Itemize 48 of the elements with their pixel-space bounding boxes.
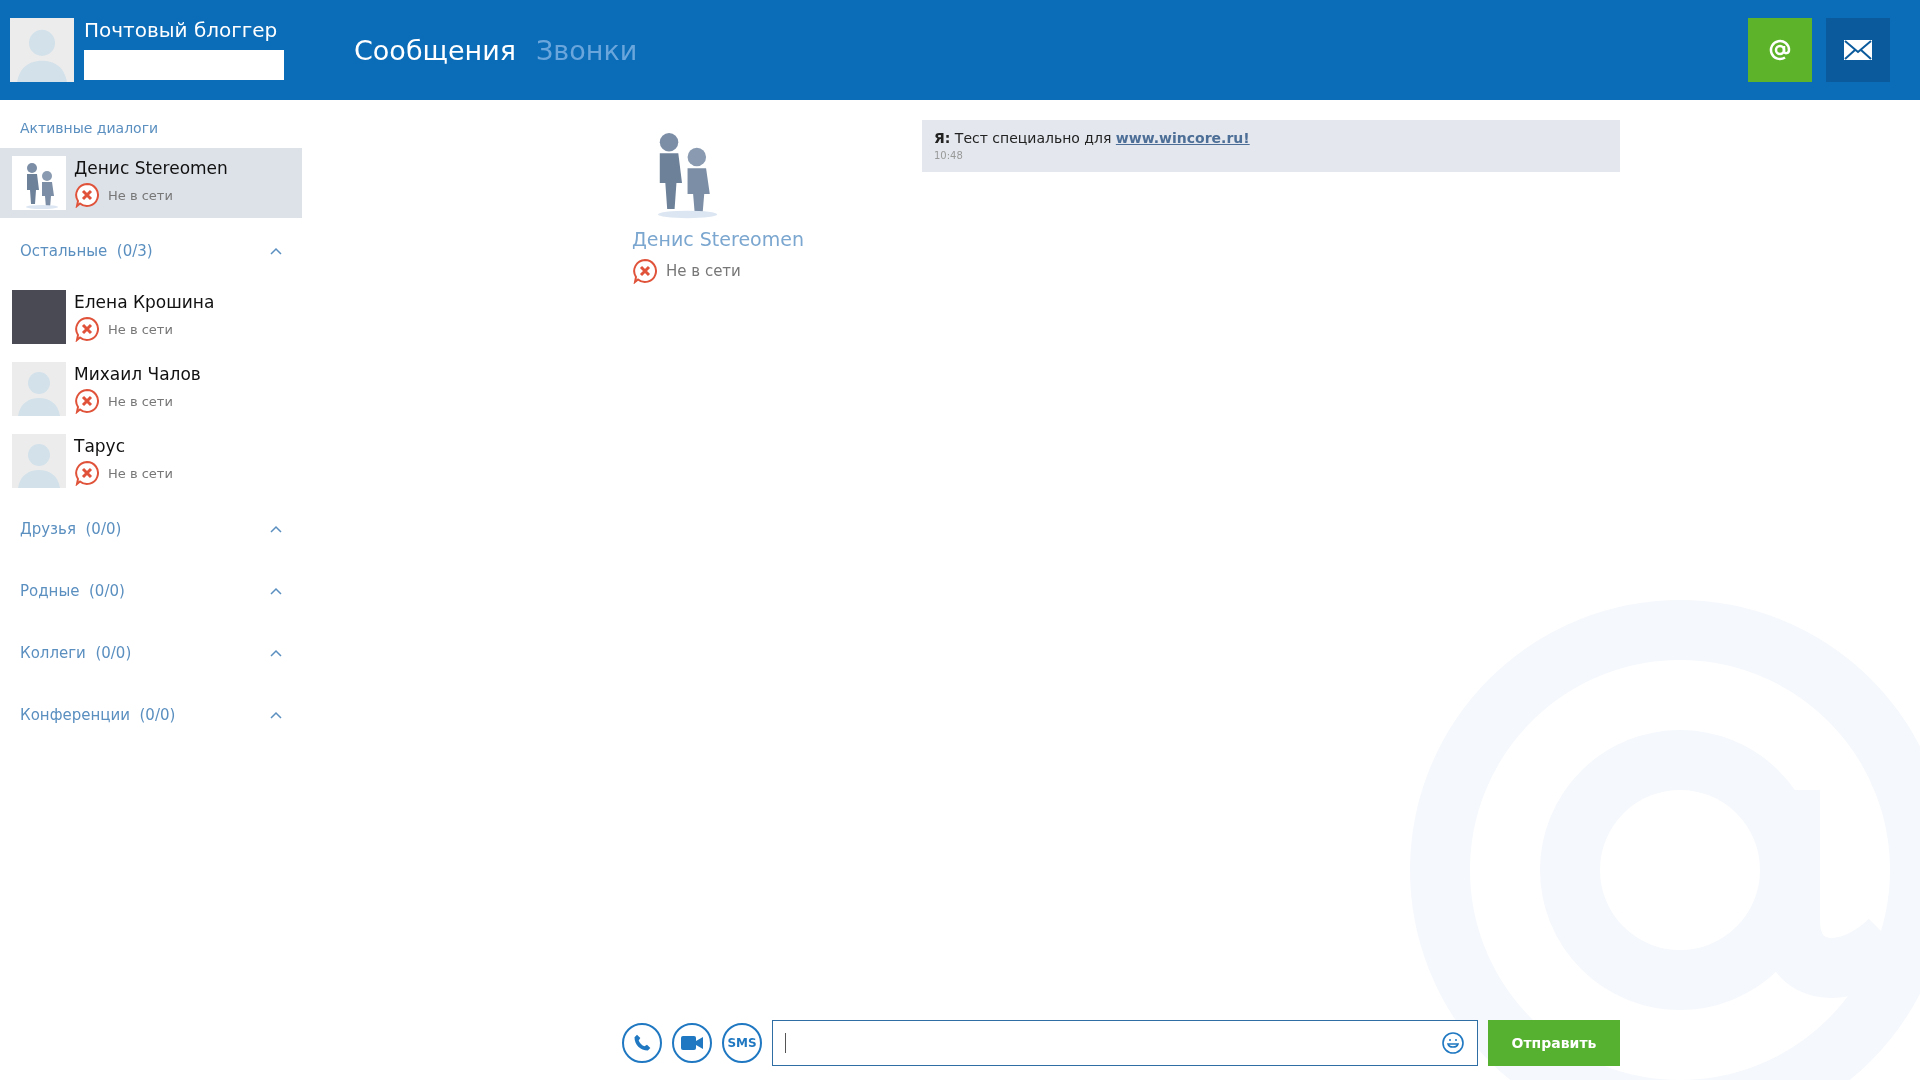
contact-name: Михаил Чалов	[74, 364, 201, 384]
message-text: Я: Тест специально для www.wincore.ru!	[934, 130, 1251, 146]
avatar-silhouette-icon	[10, 18, 74, 82]
avatar-silhouette-icon	[12, 434, 66, 488]
group-title: Остальные (0/3)	[20, 242, 153, 260]
nav-tab[interactable]: Сообщения	[354, 34, 517, 66]
contact-item[interactable]: Елена Крошина Не в сети	[0, 282, 302, 352]
group-header[interactable]: Конференции (0/0)	[0, 684, 302, 746]
contact-name: Елена Крошина	[74, 292, 215, 312]
at-sign-icon	[1768, 38, 1792, 62]
section-title: Активные диалоги	[19, 119, 160, 138]
group-header[interactable]: Коллеги (0/0)	[0, 622, 302, 684]
group-title: Родные (0/0)	[20, 582, 125, 600]
photo-placeholder	[12, 290, 66, 344]
contact-status: Не в сети	[108, 187, 173, 203]
contact-status: Не в сети	[108, 321, 173, 337]
avatar-silhouette-icon	[12, 362, 66, 416]
contact-item[interactable]: Тарус Не в сети	[0, 426, 302, 496]
send-button[interactable]: Отправить	[1488, 1020, 1620, 1066]
video-call-button[interactable]	[672, 1023, 712, 1063]
contact-item[interactable]: Михаил Чалов Не в сети	[0, 354, 302, 424]
smiley-icon	[1441, 1031, 1465, 1055]
mail-button[interactable]	[1826, 18, 1890, 82]
contact-status: Не в сети	[666, 262, 741, 280]
group-header[interactable]: Родные (0/0)	[0, 560, 302, 622]
group-title: Друзья (0/0)	[20, 520, 122, 538]
status-input-field[interactable]	[84, 50, 284, 80]
call-button[interactable]	[622, 1023, 662, 1063]
group-header[interactable]: Остальные (0/3)	[0, 220, 302, 282]
envelope-icon	[1844, 40, 1872, 60]
message-input-field[interactable]	[772, 1020, 1478, 1066]
contact-name: Денис Stereomen	[74, 158, 228, 178]
user-name: Почтовый блоггер	[84, 18, 279, 42]
contact-name: Тарус	[74, 436, 126, 456]
at-sign-button[interactable]	[1748, 18, 1812, 82]
group-title: Конференции (0/0)	[20, 706, 176, 724]
contact-status: Не в сети	[108, 465, 173, 481]
phone-icon	[632, 1033, 652, 1053]
contact-name: Денис Stereomen	[632, 228, 805, 250]
contact-item[interactable]: Денис Stereomen Не в сети	[0, 148, 302, 218]
message-time: 10:48	[934, 150, 964, 161]
sms-button[interactable]: SMS	[722, 1023, 762, 1063]
group-title: Коллеги (0/0)	[20, 644, 132, 662]
message-link[interactable]: www.wincore.ru!	[1115, 130, 1250, 146]
group-header[interactable]: Друзья (0/0)	[0, 498, 302, 560]
avatar-figures-drawing	[12, 156, 66, 210]
video-camera-icon	[681, 1036, 703, 1050]
contact-status: Не в сети	[108, 393, 173, 409]
